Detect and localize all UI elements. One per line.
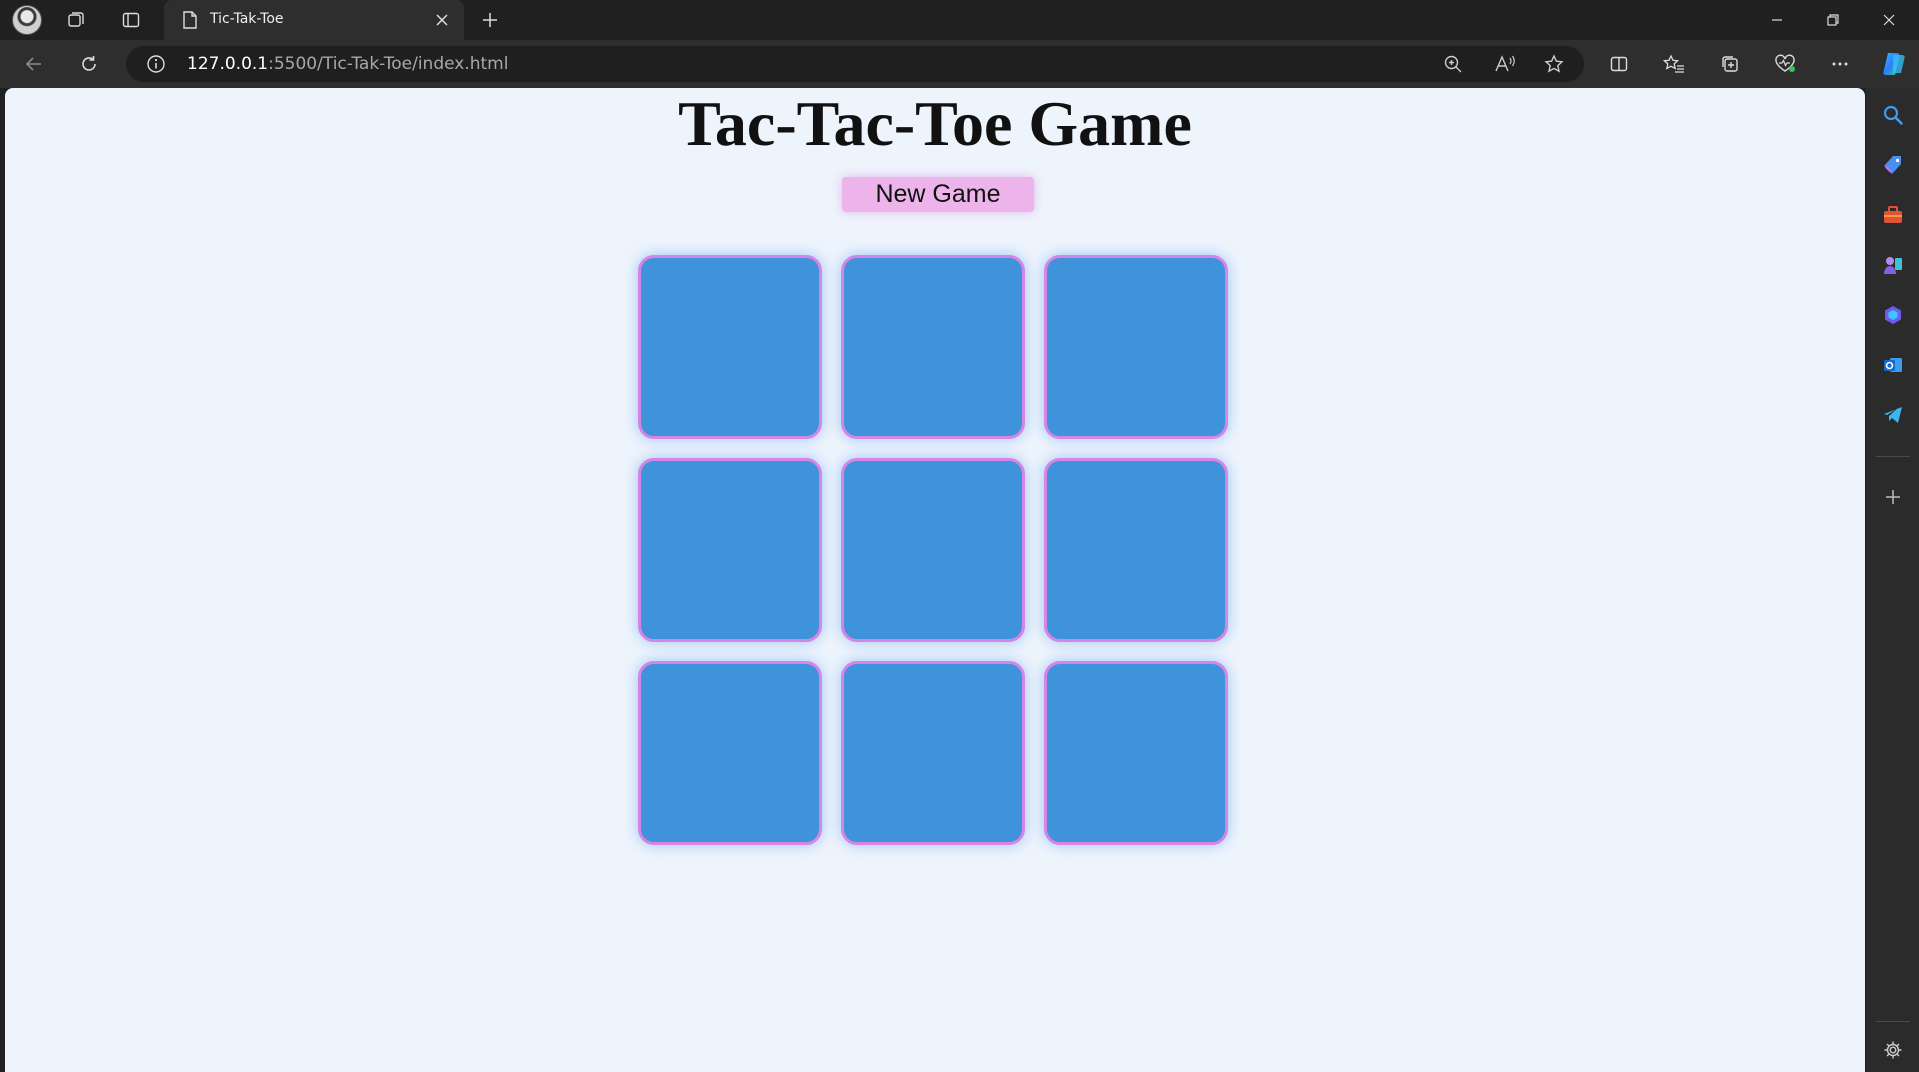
profile-avatar[interactable] xyxy=(12,5,42,35)
board-cell-4[interactable] xyxy=(638,458,822,642)
edge-sidebar xyxy=(1866,88,1919,1072)
page-icon xyxy=(182,11,198,29)
browser-essentials-icon[interactable] xyxy=(1771,50,1799,78)
site-info-icon[interactable] xyxy=(146,54,166,74)
tab-actions-icon[interactable] xyxy=(117,6,145,34)
copilot-icon[interactable] xyxy=(1878,48,1910,80)
page-viewport: Tac-Tac-Toe Game New Game xyxy=(5,88,1865,1072)
split-screen-icon[interactable] xyxy=(1605,50,1633,78)
url-text[interactable]: 127.0.0.1:5500/Tic-Tak-Toe/index.html xyxy=(187,54,508,74)
refresh-icon[interactable] xyxy=(75,50,103,78)
board-cell-3[interactable] xyxy=(1044,255,1228,439)
sidebar-add-icon[interactable] xyxy=(1878,482,1908,512)
tab-active[interactable]: Tic-Tak-Toe xyxy=(164,0,464,40)
sidebar-telegram-icon[interactable] xyxy=(1878,400,1908,430)
sidebar-outlook-icon[interactable] xyxy=(1878,350,1908,380)
more-options-icon[interactable] xyxy=(1826,50,1854,78)
sidebar-search-icon[interactable] xyxy=(1878,100,1908,130)
tab-strip: Tic-Tak-Toe xyxy=(0,0,1919,40)
new-game-button[interactable]: New Game xyxy=(842,177,1034,212)
board-cell-6[interactable] xyxy=(1044,458,1228,642)
sidebar-settings-gear-icon[interactable] xyxy=(1878,1035,1908,1065)
board-cell-7[interactable] xyxy=(638,661,822,845)
favorite-star-icon[interactable] xyxy=(1544,54,1564,74)
restore-icon[interactable] xyxy=(1805,0,1861,40)
back-icon[interactable] xyxy=(20,50,48,78)
page-title: Tac-Tac-Toe Game xyxy=(678,88,1192,159)
sidebar-divider-bottom xyxy=(1876,1021,1910,1022)
collections-icon[interactable] xyxy=(1716,50,1744,78)
sidebar-tools-icon[interactable] xyxy=(1878,200,1908,230)
address-bar[interactable]: 127.0.0.1:5500/Tic-Tak-Toe/index.html xyxy=(126,46,1584,82)
minimize-icon[interactable] xyxy=(1749,0,1805,40)
board-cell-2[interactable] xyxy=(841,255,1025,439)
read-aloud-icon[interactable] xyxy=(1494,54,1516,74)
new-tab-icon[interactable] xyxy=(476,6,504,34)
board-cell-5[interactable] xyxy=(841,458,1025,642)
url-path: :5500/Tic-Tak-Toe/index.html xyxy=(268,54,509,74)
sidebar-copilot-apps-icon[interactable] xyxy=(1878,300,1908,330)
workspaces-icon[interactable] xyxy=(62,6,90,34)
board-cell-8[interactable] xyxy=(841,661,1025,845)
sidebar-divider xyxy=(1876,456,1910,457)
favorites-icon[interactable] xyxy=(1660,50,1688,78)
board-cell-9[interactable] xyxy=(1044,661,1228,845)
zoom-icon[interactable] xyxy=(1443,54,1463,74)
sidebar-games-icon[interactable] xyxy=(1878,250,1908,280)
url-host: 127.0.0.1 xyxy=(187,54,269,74)
close-tab-icon[interactable] xyxy=(430,8,454,32)
game-board xyxy=(638,255,1238,855)
browser-toolbar: 127.0.0.1:5500/Tic-Tak-Toe/index.html xyxy=(0,40,1919,88)
board-cell-1[interactable] xyxy=(638,255,822,439)
close-window-icon[interactable] xyxy=(1861,0,1917,40)
tab-title: Tic-Tak-Toe xyxy=(210,11,284,27)
sidebar-shopping-icon[interactable] xyxy=(1878,150,1908,180)
